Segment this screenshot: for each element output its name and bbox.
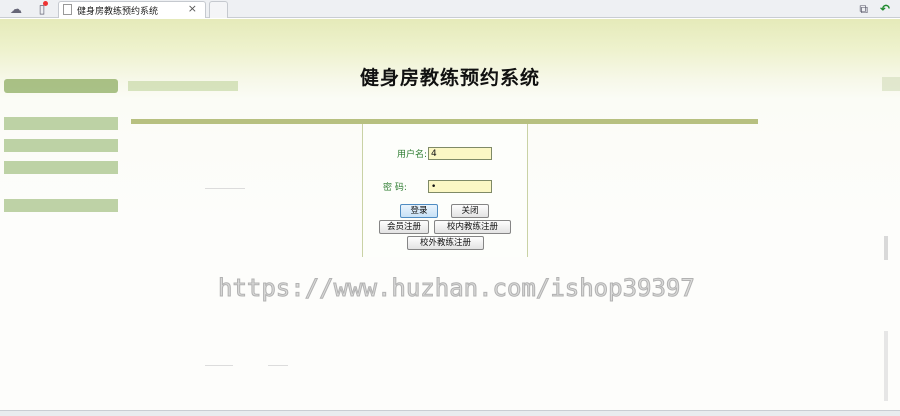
share-icon[interactable]: ⧉ [859,1,868,17]
back-arrow-icon[interactable]: ↶ [880,1,890,17]
sidebar-item [4,199,118,212]
document-notification-icon[interactable]: ▯ [34,1,50,17]
page-icon [63,4,72,15]
inner-coach-register-button[interactable]: 校内教练注册 [434,220,511,234]
watermark-text: https://www.huzhan.com/ishop39397 [218,274,696,303]
login-panel: 用户名: 密 码: 登录 关闭 会员注册 校内教练注册 校外教练注册 [362,124,528,257]
status-bar [0,410,900,416]
faint-text [268,365,288,366]
sidebar-item [4,161,118,174]
browser-tab-bar: ☁ ▯ 健身房教练预约系统 × ⧉ ↶ [0,0,900,18]
username-input[interactable] [428,147,492,160]
background-sidebar [0,79,118,416]
faint-text [205,365,233,366]
browser-tab[interactable]: 健身房教练预约系统 × [58,1,206,18]
outer-coach-register-button[interactable]: 校外教练注册 [407,236,484,250]
new-tab-button[interactable] [209,1,228,18]
scrollbar-segment[interactable] [884,331,888,401]
close-button[interactable]: 关闭 [451,204,489,218]
login-button[interactable]: 登录 [400,204,438,218]
sidebar-item [4,139,118,152]
cloud-home-icon[interactable]: ☁ [8,1,24,17]
tab-title: 健身房教练预约系统 [77,7,159,17]
page-title: 健身房教练预约系统 [359,67,540,89]
scrollbar-segment[interactable] [884,236,888,260]
page-content: 健身房教练预约系统 用户名: 密 码: 登录 关闭 会员注册 校内教练注册 校外… [0,19,900,416]
password-label: 密 码: [383,183,407,193]
sidebar-item [4,117,118,130]
browser-toolbar-right: ⧉ ↶ [859,1,890,17]
password-input[interactable] [428,180,492,193]
tab-close-button[interactable]: × [188,2,197,15]
username-label: 用户名: [397,150,428,160]
faint-text [205,188,245,189]
notification-dot [43,1,48,6]
